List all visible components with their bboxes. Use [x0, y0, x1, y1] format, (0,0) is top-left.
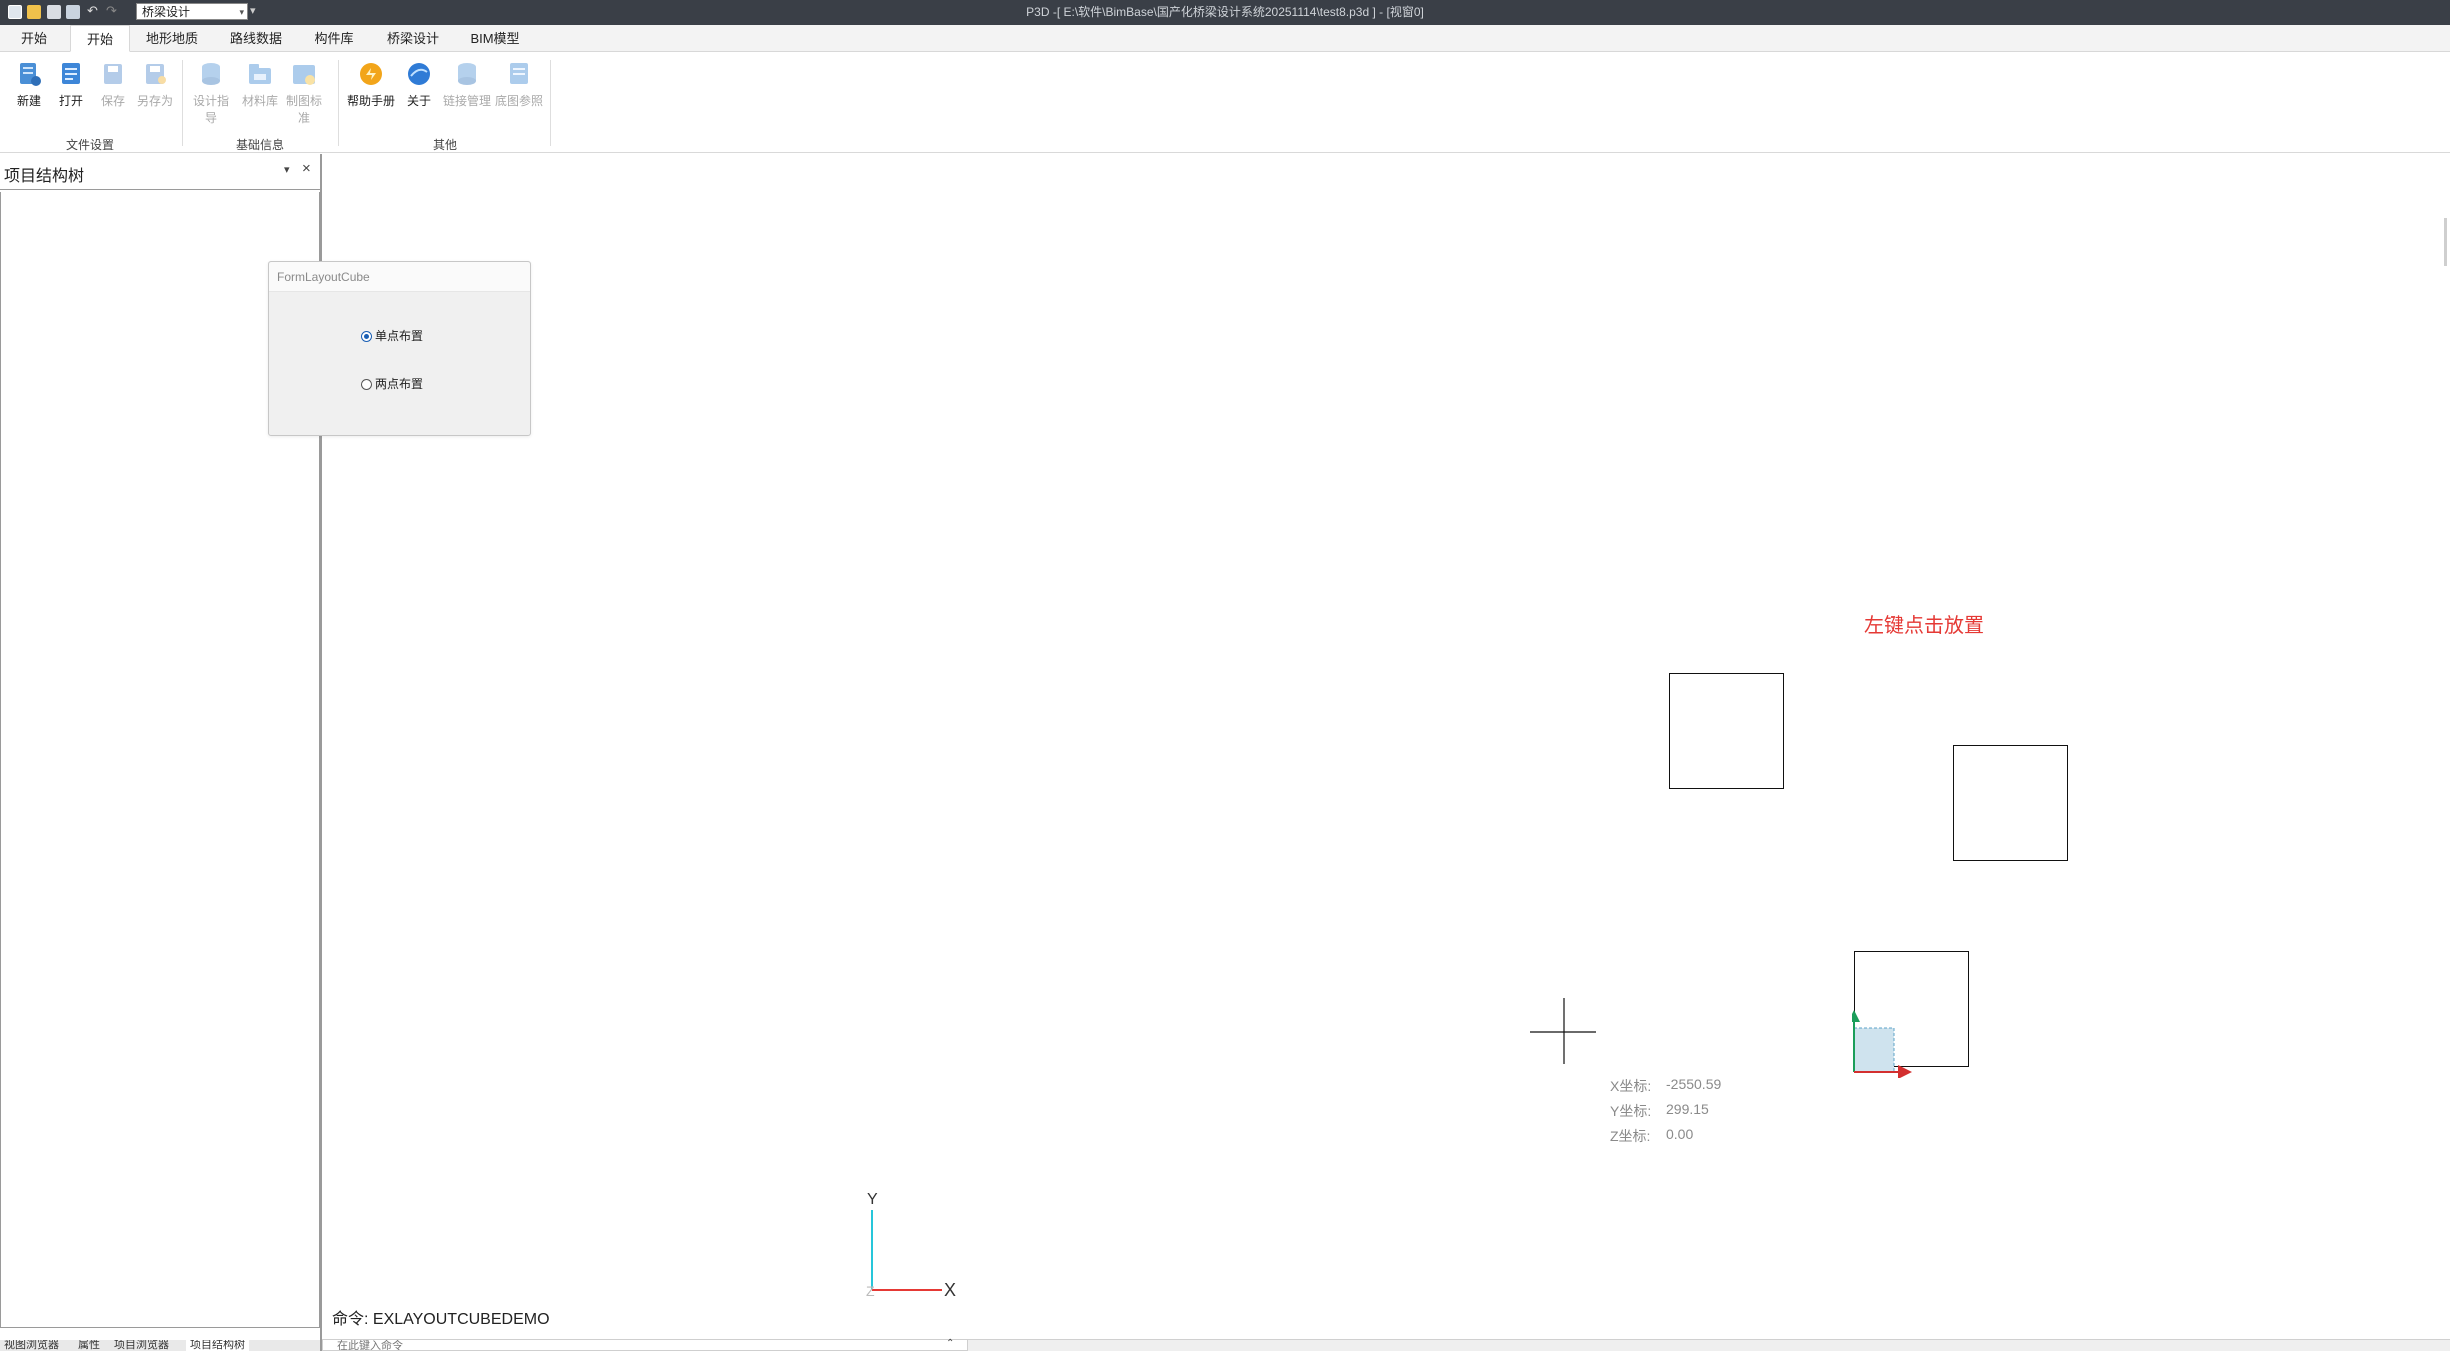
help-manual-button-label: 帮助手册 [346, 94, 395, 108]
radio-selected-icon [361, 331, 372, 343]
x-coordinate-label: X坐标: [1610, 1078, 1652, 1094]
tab-properties[interactable]: 属性 [78, 1340, 100, 1351]
placed-cube[interactable] [1953, 745, 2068, 861]
placed-cube[interactable] [1669, 673, 1784, 789]
help-manual-icon [357, 60, 385, 88]
link-manager-button[interactable]: 链接管理 [442, 60, 492, 109]
group-separator [550, 60, 551, 146]
base-map-reference-button-label: 底图参照 [494, 94, 543, 108]
open-document-icon [57, 60, 85, 88]
save-button[interactable]: 保存 [92, 60, 134, 109]
save-as-button-label: 另存为 [136, 94, 173, 108]
single-point-layout-radio[interactable]: 单点布置 [361, 329, 423, 343]
link-manager-button-label: 链接管理 [442, 94, 491, 108]
new-document-icon [15, 60, 43, 88]
two-point-layout-label: 两点布置 [375, 377, 424, 391]
single-point-layout-label: 单点布置 [375, 329, 424, 343]
window-title: P3D -[ E:\软件\BimBase\国产化桥梁设计系统20251114\t… [1026, 5, 1424, 19]
open-button[interactable]: 打开 [50, 60, 92, 109]
z-coordinate-value: 0.00 [1666, 1126, 1694, 1142]
tab-project-browser[interactable]: 项目浏览器 [114, 1340, 169, 1351]
save-as-button[interactable]: 另存为 [134, 60, 176, 109]
title-bar: ↶ ↷ 桥梁设计 ▾ ▾ P3D -[ E:\软件\BimBase\国产化桥梁设… [0, 0, 2450, 25]
tab-bim-model[interactable]: BIM模型 [460, 25, 530, 52]
z-coordinate-readout: Z坐标: 0.00 [1610, 1126, 1693, 1146]
group-separator [338, 60, 339, 146]
form-layout-cube-dialog: FormLayoutCube 单点布置 两点布置 [268, 261, 531, 436]
save-as-icon [141, 60, 169, 88]
design-guide-icon [197, 60, 225, 88]
two-point-layout-radio[interactable]: 两点布置 [361, 377, 423, 391]
tab-view-browser[interactable]: 视图浏览器 [4, 1340, 59, 1351]
group-label-basic-info: 基础信息 [236, 138, 285, 152]
dialog-title: FormLayoutCube [269, 262, 530, 292]
panel-menu-chevron-icon[interactable]: ▾ [284, 163, 290, 176]
ucs-axis-indicator: Y X Z [866, 1191, 956, 1300]
drawing-standard-button[interactable]: 制图标准 [283, 60, 325, 126]
design-guide-button[interactable]: 设计指导 [190, 60, 232, 126]
about-button[interactable]: 关于 [398, 60, 440, 109]
material-library-button[interactable]: 材料库 [239, 60, 281, 109]
canvas-edge-grip[interactable] [2444, 218, 2447, 266]
ribbon-panel: 新建 打开 保存 另存为 设计指导 材料库 制图标准 帮助手册 关于 链接管理 … [0, 52, 2450, 153]
gizmo-y-arrow [1852, 1010, 1860, 1022]
ribbon-tab-bar: 开始 开始 地形地质 路线数据 构件库 桥梁设计 BIM模型 [0, 25, 2450, 52]
ucs-x-label: X [944, 1280, 956, 1300]
placement-hint: 左键点击放置 [1864, 615, 1984, 637]
panel-header: 项目结构树 ▾ × [0, 154, 320, 190]
command-expand-icon[interactable]: ⌃ [946, 1338, 954, 1349]
placement-gizmo [1852, 1010, 1912, 1078]
gizmo-x-arrow [1898, 1065, 1912, 1078]
ucs-z-label: Z [866, 1283, 875, 1299]
drawing-standard-icon [290, 60, 318, 88]
command-history: 命令: EXLAYOUTCUBEDEMO [332, 1311, 550, 1328]
x-coordinate-readout: X坐标: -2550.59 [1610, 1076, 1721, 1096]
group-label-other: 其他 [433, 138, 458, 152]
panel-close-icon[interactable]: × [302, 160, 311, 177]
about-icon [405, 60, 433, 88]
tab-terrain-geology[interactable]: 地形地质 [138, 25, 206, 52]
radio-unselected-icon [361, 379, 372, 391]
base-map-reference-icon [505, 60, 533, 88]
save-button-label: 保存 [100, 94, 125, 108]
tab-bridge-design[interactable]: 桥梁设计 [378, 25, 448, 52]
new-button-label: 新建 [16, 94, 41, 108]
panel-title: 项目结构树 [4, 168, 85, 185]
crosshair-cursor-icon [1530, 998, 1596, 1064]
group-separator [182, 60, 183, 146]
y-coordinate-label: Y坐标: [1610, 1103, 1652, 1119]
open-button-label: 打开 [58, 94, 83, 108]
y-coordinate-value: 299.15 [1666, 1101, 1709, 1117]
panel-bottom-tabs: 视图浏览器 属性 项目浏览器 项目结构树 [0, 1340, 320, 1351]
z-coordinate-label: Z坐标: [1610, 1128, 1651, 1144]
new-button[interactable]: 新建 [8, 60, 50, 109]
tab-start-app[interactable]: 开始 [8, 25, 60, 52]
drawing-standard-button-label: 制图标准 [285, 94, 322, 125]
material-library-button-label: 材料库 [241, 94, 278, 108]
base-map-reference-button[interactable]: 底图参照 [494, 60, 544, 109]
y-coordinate-readout: Y坐标: 299.15 [1610, 1101, 1709, 1121]
tab-project-structure-tree[interactable]: 项目结构树 [186, 1340, 249, 1351]
tab-route-data[interactable]: 路线数据 [218, 25, 294, 52]
about-button-label: 关于 [406, 94, 431, 108]
drawing-canvas[interactable]: 左键点击放置 X坐标: -2550.59 Y坐标: 299.15 Z坐标: 0.… [322, 154, 2450, 1339]
group-label-file-settings: 文件设置 [66, 138, 115, 152]
design-guide-button-label: 设计指导 [192, 94, 229, 125]
command-input[interactable]: 在此键入命令 [322, 1339, 968, 1351]
x-coordinate-value: -2550.59 [1666, 1076, 1722, 1092]
material-library-icon [246, 60, 274, 88]
ucs-y-label: Y [867, 1191, 878, 1208]
help-manual-button[interactable]: 帮助手册 [346, 60, 396, 109]
tab-start[interactable]: 开始 [70, 25, 130, 52]
link-manager-icon [453, 60, 481, 88]
preview-fill [1853, 1027, 1895, 1073]
tab-component-library[interactable]: 构件库 [306, 25, 362, 52]
save-icon [99, 60, 127, 88]
